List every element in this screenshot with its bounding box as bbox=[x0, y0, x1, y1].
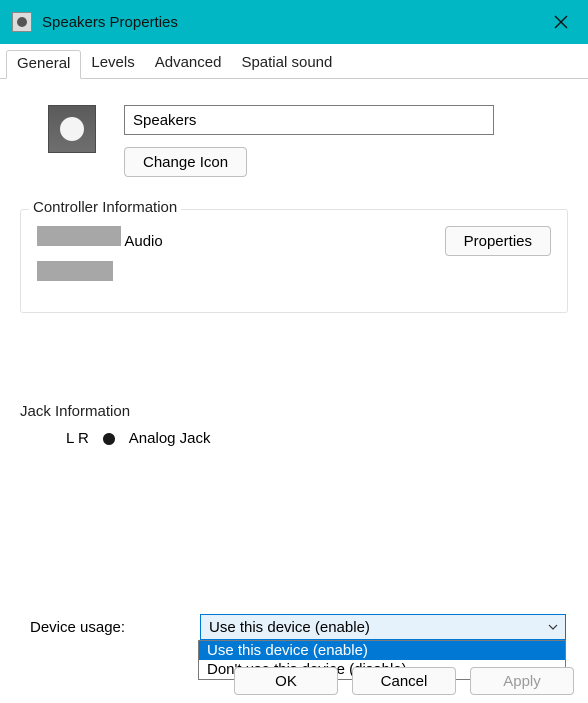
controller-info-group: Controller Information Audio Properties bbox=[20, 209, 568, 313]
jack-name: Analog Jack bbox=[129, 430, 211, 447]
tab-advanced[interactable]: Advanced bbox=[145, 50, 232, 78]
close-button[interactable] bbox=[538, 0, 584, 44]
jack-indicator-icon bbox=[103, 433, 115, 445]
jack-info-label: Jack Information bbox=[20, 403, 568, 420]
redacted-vendor bbox=[37, 226, 121, 246]
window-title: Speakers Properties bbox=[42, 14, 538, 31]
tab-general[interactable]: General bbox=[6, 50, 81, 79]
device-usage-label: Device usage: bbox=[30, 619, 190, 636]
tab-spatial-sound[interactable]: Spatial sound bbox=[231, 50, 342, 78]
titlebar: Speakers Properties bbox=[0, 0, 588, 44]
tab-levels[interactable]: Levels bbox=[81, 50, 144, 78]
controller-text: Audio bbox=[37, 226, 163, 288]
cancel-button[interactable]: Cancel bbox=[352, 667, 456, 695]
jack-lr-label: L R bbox=[66, 430, 89, 447]
ok-button[interactable]: OK bbox=[234, 667, 338, 695]
close-icon bbox=[554, 15, 568, 29]
jack-info-group: Jack Information L R Analog Jack bbox=[20, 403, 568, 447]
controller-properties-button[interactable]: Properties bbox=[445, 226, 551, 256]
controller-info-label: Controller Information bbox=[29, 199, 181, 216]
device-usage-combobox[interactable]: Use this device (enable) bbox=[200, 614, 566, 640]
dialog-button-row: OK Cancel Apply bbox=[0, 667, 574, 695]
device-usage-selected: Use this device (enable) bbox=[209, 619, 370, 636]
device-usage-row: Device usage: Use this device (enable) bbox=[30, 614, 566, 640]
tab-panel-general: Change Icon Controller Information Audio… bbox=[0, 79, 588, 447]
device-name-input[interactable] bbox=[124, 105, 494, 135]
apply-button: Apply bbox=[470, 667, 574, 695]
chevron-down-icon bbox=[547, 621, 559, 633]
usage-option-enable[interactable]: Use this device (enable) bbox=[199, 641, 565, 660]
speaker-icon bbox=[48, 105, 96, 153]
change-icon-button[interactable]: Change Icon bbox=[124, 147, 247, 177]
app-icon bbox=[12, 12, 32, 32]
controller-line1-suffix: Audio bbox=[124, 233, 162, 250]
tab-row: General Levels Advanced Spatial sound bbox=[0, 44, 588, 79]
redacted-model bbox=[37, 261, 113, 281]
